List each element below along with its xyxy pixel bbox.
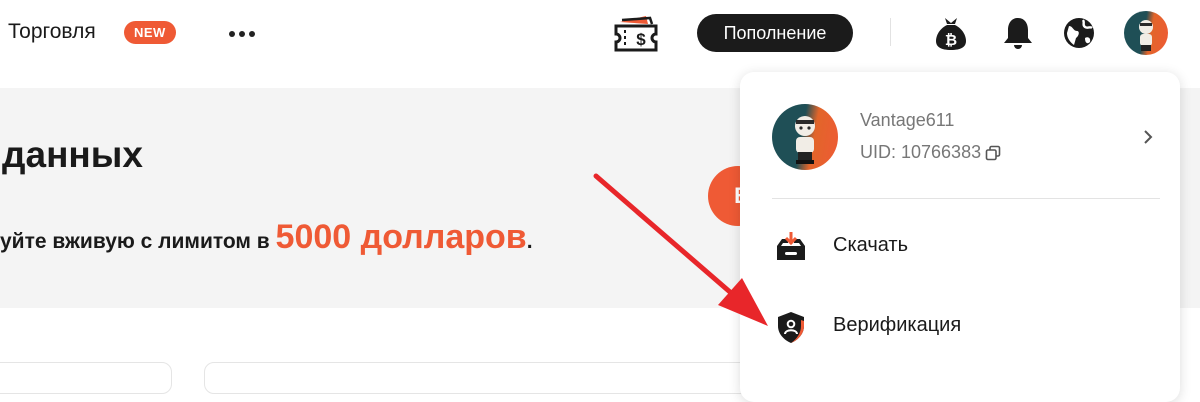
banner-subtitle-end: . xyxy=(526,230,533,253)
chevron-right-icon xyxy=(1142,128,1154,146)
banner-subtitle-text: уйте вживую с лимитом в xyxy=(0,230,276,253)
dot xyxy=(229,31,235,37)
menu-item-verification[interactable]: Верификация xyxy=(740,296,1180,356)
dot xyxy=(239,31,245,37)
profile-avatar xyxy=(772,104,838,170)
coupon-ticket-icon[interactable]: $ xyxy=(612,12,660,56)
svg-text:₿: ₿ xyxy=(945,32,957,49)
nav-divider xyxy=(890,18,891,46)
svg-text:$: $ xyxy=(636,30,646,49)
menu-item-download[interactable]: Скачать xyxy=(740,216,1180,276)
menu-item-label: Скачать xyxy=(833,234,908,256)
banner-subtitle: уйте вживую с лимитом в 5000 долларов. xyxy=(0,218,533,257)
dot xyxy=(249,31,255,37)
profile-dropdown: Vantage611 UID: 10766383 Скачать Верифик… xyxy=(740,72,1180,402)
menu-item-label: Верификация xyxy=(833,314,962,336)
copy-icon[interactable] xyxy=(985,145,1001,161)
info-card xyxy=(204,362,766,394)
profile-summary[interactable]: Vantage611 UID: 10766383 xyxy=(740,72,1180,198)
new-badge: NEW xyxy=(124,21,176,44)
banner-title: данных xyxy=(2,134,143,175)
profile-uid: UID: 10766383 xyxy=(860,142,982,162)
profile-username: Vantage611 xyxy=(860,110,955,130)
bitcoin-wallet-icon[interactable]: ₿ xyxy=(933,14,969,52)
download-tray-icon xyxy=(774,230,808,264)
notifications-bell-icon[interactable] xyxy=(1000,14,1036,52)
top-navigation: Торговля NEW $ Пополнение ₿ xyxy=(0,0,1200,66)
user-avatar-button[interactable] xyxy=(1124,11,1168,55)
deposit-button[interactable]: Пополнение xyxy=(697,14,853,52)
nav-trade-link[interactable]: Торговля xyxy=(8,20,96,44)
language-globe-icon[interactable] xyxy=(1061,14,1097,52)
shield-user-icon xyxy=(774,310,808,344)
more-menu-button[interactable] xyxy=(229,29,257,39)
menu-divider xyxy=(772,198,1160,199)
banner-amount: 5000 долларов xyxy=(275,218,527,256)
info-card xyxy=(0,362,172,394)
